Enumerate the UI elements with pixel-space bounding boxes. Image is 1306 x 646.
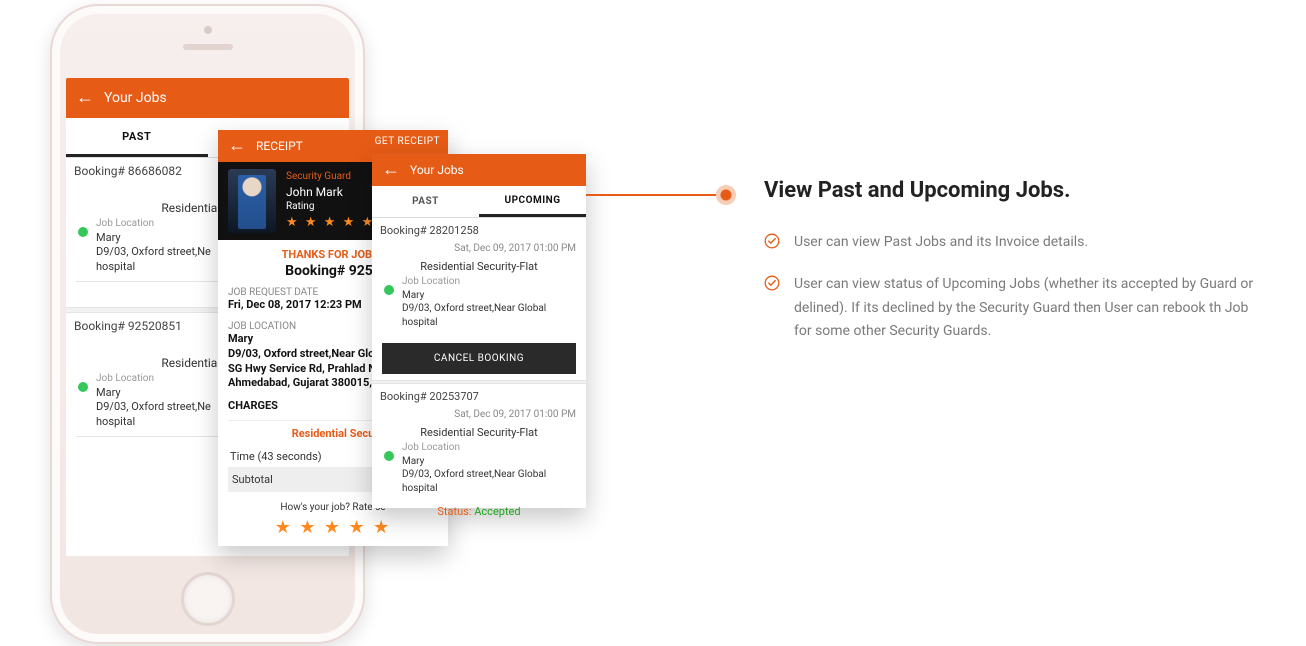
appbar-past: ← Your Jobs [66, 78, 349, 118]
booking-date: Sat, Dec 09, 2017 01:00 PM [372, 241, 586, 254]
address: D9/03, Oxford street,Ne hospital [96, 245, 211, 275]
appbar-upcoming: ← Your Jobs [372, 154, 586, 186]
rating-label: Rating [286, 200, 375, 214]
get-receipt-button[interactable]: GET RECEIPT [375, 136, 440, 147]
guard-avatar [228, 169, 276, 233]
job-title: Residential Security-Flat [372, 426, 586, 439]
location-label: Job Location [96, 217, 211, 231]
back-arrow-icon[interactable]: ← [382, 161, 400, 179]
screen-upcoming: ← Your Jobs PAST UPCOMING Booking# 28201… [372, 154, 586, 508]
booking-id: Booking# 20253707 [372, 384, 586, 407]
customer-name: Mary [402, 455, 546, 469]
location-label: Job Location [402, 275, 546, 289]
cancel-booking-button[interactable]: CANCEL BOOKING [382, 343, 576, 374]
appbar-title: Your Jobs [104, 90, 167, 106]
customer-name: Mary [402, 289, 546, 303]
booking-id: Booking# 28201258 [372, 218, 586, 241]
customer-name: Mary [96, 231, 211, 246]
tabs-upcoming-screen: PAST UPCOMING [372, 186, 586, 218]
connector-line [586, 194, 716, 196]
appbar-title: Your Jobs [410, 163, 464, 177]
back-arrow-icon[interactable]: ← [76, 89, 94, 107]
feature-description: View Past and Upcoming Jobs. User can vi… [764, 178, 1264, 362]
job-body: Job Location Mary D9/03, Oxford street,N… [372, 439, 586, 501]
status-key: Status: [437, 505, 471, 518]
bullet-text: User can view Past Jobs and its Invoice … [794, 231, 1088, 255]
check-icon [764, 233, 780, 249]
list-item: User can view status of Upcoming Jobs (w… [764, 273, 1264, 344]
status-row: Status: Accepted [372, 501, 586, 526]
job-text: Job Location Mary D9/03, Oxford street,N… [402, 275, 546, 329]
phone-speaker [183, 44, 233, 50]
job-body: Job Location Mary D9/03, Oxford street,N… [372, 273, 586, 335]
section-heading: View Past and Upcoming Jobs. [764, 178, 1264, 203]
status-dot-icon [78, 227, 88, 237]
bullet-text: User can view status of Upcoming Jobs (w… [794, 273, 1264, 344]
status-dot-icon [78, 382, 88, 392]
charge-time: Time (43 seconds) [230, 450, 322, 463]
tab-upcoming[interactable]: UPCOMING [479, 186, 586, 217]
check-icon [764, 275, 780, 291]
charge-subtotal: Subtotal [232, 473, 273, 486]
job-text: Job Location Mary D9/03, Oxford street,N… [402, 441, 546, 495]
status-dot-icon [384, 451, 394, 461]
job-text: Job Location Mary D9/03, Oxford street,N… [96, 372, 211, 430]
guard-meta: Security Guard John Mark Rating ★ ★ ★ ★ … [286, 170, 375, 233]
customer-name: Mary [96, 386, 211, 401]
location-label: Job Location [402, 441, 546, 455]
tab-past[interactable]: PAST [372, 186, 479, 217]
job-text: Job Location Mary D9/03, Oxford street,N… [96, 217, 211, 275]
address: D9/03, Oxford street,Near Global hospita… [402, 468, 546, 495]
star-icon: ★ ★ ★ ★ ★ [286, 214, 375, 232]
home-button[interactable] [181, 572, 235, 626]
appbar-title: RECEIPT [256, 139, 303, 153]
booking-date: Sat, Dec 09, 2017 01:00 PM [372, 407, 586, 420]
status-value: Accepted [474, 505, 520, 518]
list-item: User can view Past Jobs and its Invoice … [764, 231, 1264, 255]
guard-name: John Mark [286, 184, 375, 201]
guard-role: Security Guard [286, 170, 375, 184]
address: D9/03, Oxford street,Ne hospital [96, 400, 211, 430]
back-arrow-icon[interactable]: ← [228, 137, 246, 155]
location-label: Job Location [96, 372, 211, 386]
rate-text: How's your job? Rate se [280, 502, 385, 513]
status-dot-icon [384, 285, 394, 295]
address: D9/03, Oxford street,Near Global hospita… [402, 302, 546, 329]
phone-camera [204, 26, 212, 34]
tab-past[interactable]: PAST [66, 118, 208, 157]
job-title: Residential Security-Flat [372, 260, 586, 273]
